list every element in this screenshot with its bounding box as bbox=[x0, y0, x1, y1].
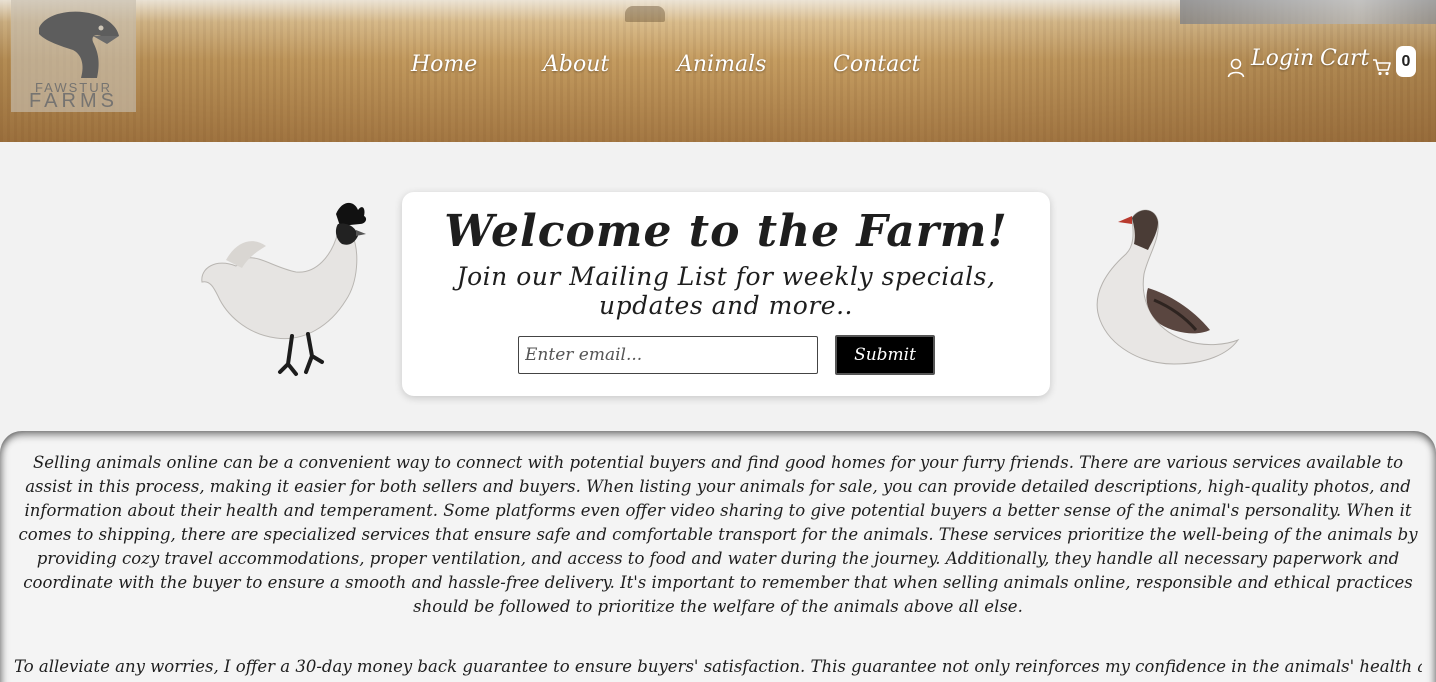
header-background-tree bbox=[625, 6, 665, 22]
user-icon[interactable] bbox=[1227, 58, 1245, 78]
chicken-image bbox=[201, 202, 367, 376]
site-header: FAWSTUR FARMS Home About Animals Contact… bbox=[0, 0, 1436, 142]
bird-head-logo-icon bbox=[39, 11, 119, 79]
cart-count-badge: 0 bbox=[1396, 46, 1416, 77]
cart-icon[interactable] bbox=[1372, 58, 1392, 76]
info-paragraph-selling: Selling animals online can be a convenie… bbox=[18, 453, 1418, 616]
login-link[interactable]: Login bbox=[1251, 46, 1314, 71]
email-input[interactable] bbox=[518, 336, 818, 374]
welcome-title: Welcome to the Farm! bbox=[444, 206, 1008, 257]
goose-image bbox=[1096, 209, 1240, 365]
nav-home[interactable]: Home bbox=[411, 52, 477, 77]
cart-link[interactable]: Cart bbox=[1320, 46, 1369, 71]
welcome-card: Welcome to the Farm! Join our Mailing Li… bbox=[402, 192, 1050, 396]
info-panel: Selling animals online can be a convenie… bbox=[0, 431, 1436, 682]
nav-contact[interactable]: Contact bbox=[833, 52, 920, 77]
nav-about[interactable]: About bbox=[543, 52, 609, 77]
header-background-barn bbox=[1180, 0, 1436, 24]
info-paragraph-guarantee: To alleviate any worries, I offer a 30-d… bbox=[14, 657, 1422, 676]
brand-line2: FARMS bbox=[29, 90, 118, 112]
nav-animals[interactable]: Animals bbox=[677, 52, 766, 77]
submit-button[interactable]: Submit bbox=[835, 335, 935, 375]
brand-logo[interactable]: FAWSTUR FARMS bbox=[11, 0, 136, 112]
mailing-list-subtitle: Join our Mailing List for weekly special… bbox=[456, 262, 996, 320]
